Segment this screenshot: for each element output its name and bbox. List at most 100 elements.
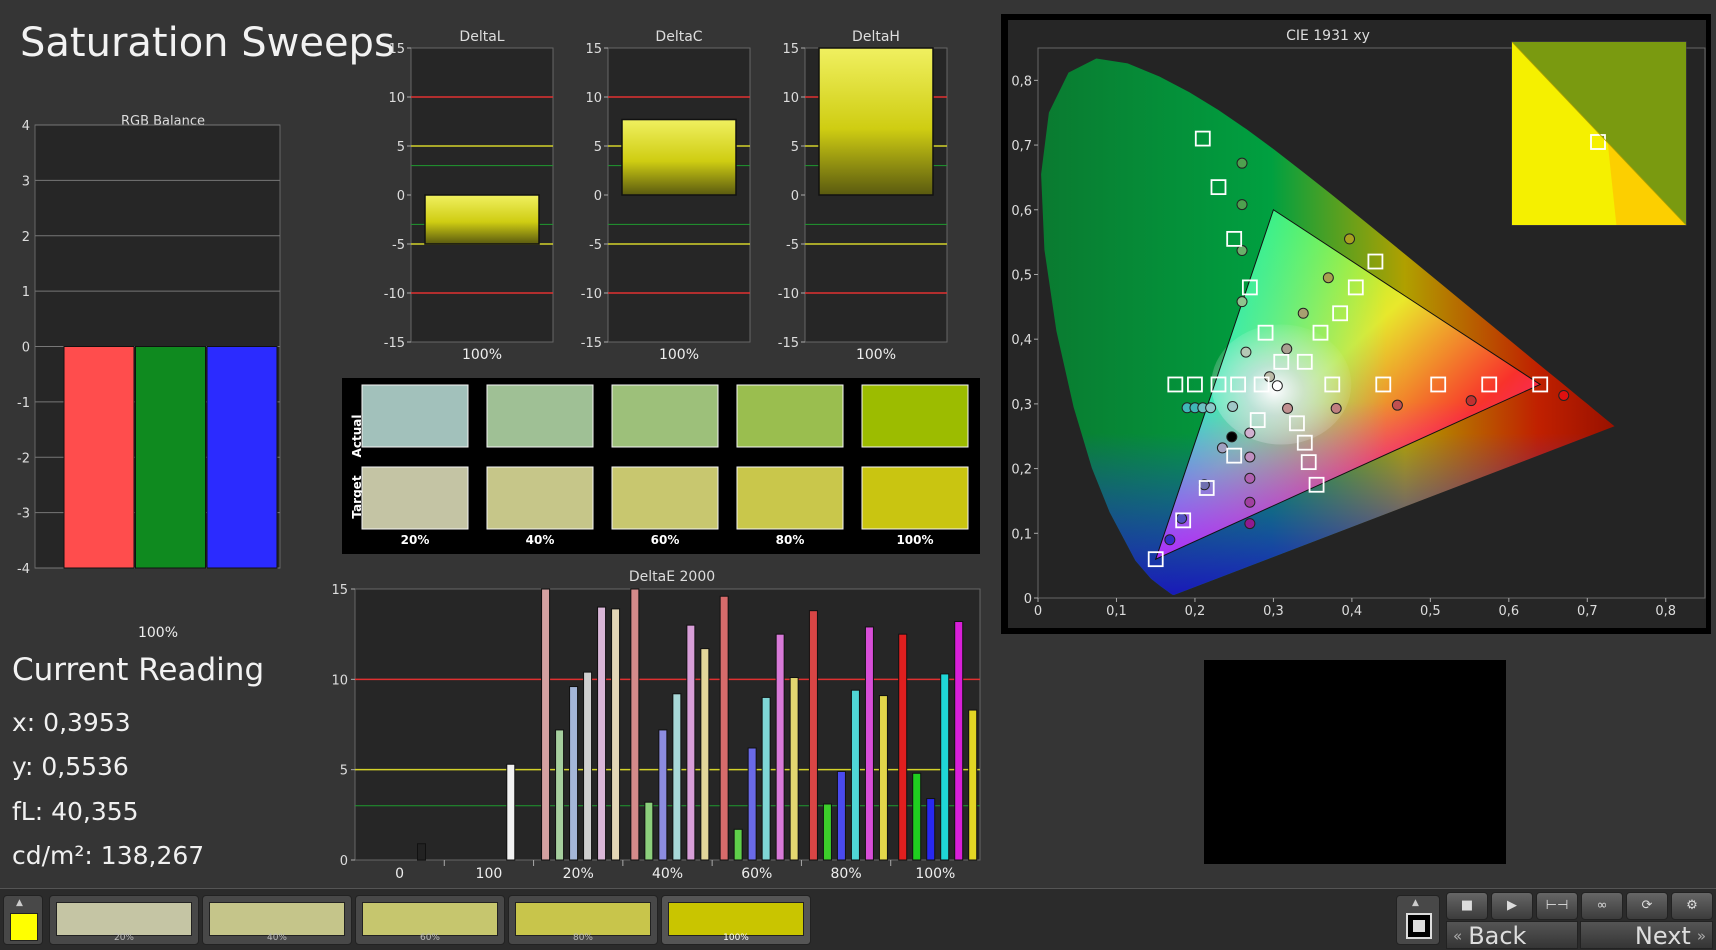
- delta-tick-label: 5: [791, 140, 799, 155]
- rgb-bar-b: [206, 346, 278, 569]
- next-label: Next: [1634, 922, 1691, 950]
- measured-point: [1330, 402, 1342, 414]
- play-icon: ▶: [1507, 898, 1517, 913]
- deltae-bar: [417, 843, 426, 861]
- swatch-column-label: 20%: [401, 533, 430, 547]
- reading-y: y: 0,5536: [12, 752, 129, 781]
- deltae-category-label: 100%: [915, 866, 955, 882]
- sweep-step-swatch: [56, 902, 192, 936]
- measured-point: [1236, 199, 1248, 211]
- rgb-tick-label: -2: [17, 451, 30, 466]
- delta-tick-label: -15: [384, 336, 405, 351]
- deltae-bar: [686, 624, 696, 861]
- chevron-up-icon: ▲: [1412, 898, 1419, 908]
- delta-tick-label: 10: [782, 91, 799, 106]
- deltae-bar: [836, 770, 846, 861]
- delta-category-label: 100%: [462, 347, 502, 363]
- deltae-tick-label: 15: [331, 583, 348, 598]
- cie-y-tick-label: 0,4: [1011, 333, 1032, 348]
- target-swatch: [361, 466, 469, 530]
- measured-point: [1282, 402, 1294, 414]
- cie-x-tick-label: 0: [1034, 604, 1042, 619]
- sweep-step-button[interactable]: 80%: [508, 895, 658, 945]
- gear-icon: ⚙: [1686, 898, 1698, 913]
- target-swatch: [486, 466, 594, 530]
- delta-tick-label: 5: [397, 140, 405, 155]
- sweep-step-button[interactable]: 60%: [355, 895, 505, 945]
- rgb-tick-label: 3: [22, 174, 30, 189]
- measured-point: [1176, 512, 1188, 524]
- sweep-step-button[interactable]: 20%: [49, 895, 199, 945]
- measured-point: [1240, 346, 1252, 358]
- measured-point: [1244, 451, 1256, 463]
- sweep-step-swatch: [515, 902, 651, 936]
- target-swatch: [861, 466, 969, 530]
- measured-point: [1164, 534, 1176, 546]
- delta-tick-label: 10: [585, 91, 602, 106]
- actual-swatch: [736, 384, 844, 448]
- window-pattern-icon: [1406, 913, 1432, 939]
- rgb-tick-label: 2: [22, 230, 30, 245]
- measure-range-button[interactable]: ⊢⊣: [1536, 892, 1578, 920]
- actual-swatch: [611, 384, 719, 448]
- target-swatch: [611, 466, 719, 530]
- cie-y-tick-label: 0: [1024, 592, 1032, 607]
- deltae-tick-label: 0: [340, 854, 348, 869]
- sweep-step-swatch: [209, 902, 345, 936]
- settings-button[interactable]: ⚙: [1671, 892, 1713, 920]
- rgb-tick-label: 0: [22, 341, 30, 356]
- deltae-bar: [672, 693, 682, 861]
- current-color-button[interactable]: ▲: [3, 895, 43, 945]
- deltae-bar: [506, 763, 516, 861]
- deltae-chart: DeltaE 2000 15 10 5 0 0 100 20% 40% 60% 80% 100%: [331, 569, 981, 882]
- deltae-bar: [541, 588, 551, 861]
- delta-bar: [621, 118, 737, 196]
- chevron-up-icon: ▲: [16, 898, 23, 908]
- refresh-button[interactable]: ⟳: [1626, 892, 1668, 920]
- deltae-bar: [898, 633, 908, 861]
- pattern-toggle-button[interactable]: ▲: [1396, 895, 1440, 945]
- measured-point: [1297, 307, 1309, 319]
- delta-tick-label: 5: [594, 140, 602, 155]
- measured-point: [1344, 233, 1356, 245]
- back-button[interactable]: « Back: [1446, 921, 1578, 949]
- deltae-category-label: 0: [395, 866, 404, 882]
- delta-chart-title: DeltaC: [655, 29, 702, 45]
- deltae-tick-label: 10: [331, 673, 348, 688]
- continuous-button[interactable]: ∞: [1581, 892, 1623, 920]
- deltae-bar: [747, 747, 757, 861]
- deltae-tick-label: 5: [340, 764, 348, 779]
- delta-tick-label: -5: [786, 238, 799, 253]
- sweep-step-swatch: [362, 902, 498, 936]
- deltae-bar: [583, 671, 593, 861]
- deltae-bar: [864, 626, 874, 861]
- sweep-step-button[interactable]: 100%: [661, 895, 811, 945]
- cie-x-tick-label: 0,1: [1106, 604, 1127, 619]
- cie-y-tick-label: 0,7: [1011, 139, 1032, 154]
- stop-button[interactable]: ■: [1446, 892, 1488, 920]
- deltae-bar: [719, 595, 729, 861]
- delta-chart-title: DeltaH: [852, 29, 900, 45]
- measured-point: [1226, 431, 1238, 443]
- cie-x-tick-label: 0,3: [1263, 604, 1284, 619]
- next-button[interactable]: Next »: [1580, 921, 1713, 949]
- sweep-step-label: 20%: [113, 933, 134, 943]
- sweep-step-button[interactable]: 40%: [202, 895, 352, 945]
- deltae-bar: [926, 798, 936, 861]
- preview-box: [1204, 660, 1506, 864]
- play-button[interactable]: ▶: [1491, 892, 1533, 920]
- deltae-bar: [912, 772, 922, 861]
- deltae-bar: [644, 801, 654, 861]
- target-swatch: [736, 466, 844, 530]
- cie-x-tick-label: 0,4: [1342, 604, 1363, 619]
- deltae-bar: [954, 621, 964, 861]
- sweep-step-label: 100%: [723, 933, 749, 943]
- actual-swatch: [361, 384, 469, 448]
- cie-x-tick-label: 0,6: [1498, 604, 1519, 619]
- rgb-balance-chart: RGB Balance 43210-1-2-3-4 100%: [17, 114, 281, 641]
- sweep-step-swatch: [668, 902, 804, 936]
- delta-chart-deltah: DeltaH 15 10 5 0 -5 -10 -15 100%: [778, 29, 948, 363]
- delta-category-label: 100%: [659, 347, 699, 363]
- swatch-panel: Actual Target 20% 40% 60% 80% 100%: [342, 378, 980, 554]
- rgb-balance-category: 100%: [138, 625, 178, 641]
